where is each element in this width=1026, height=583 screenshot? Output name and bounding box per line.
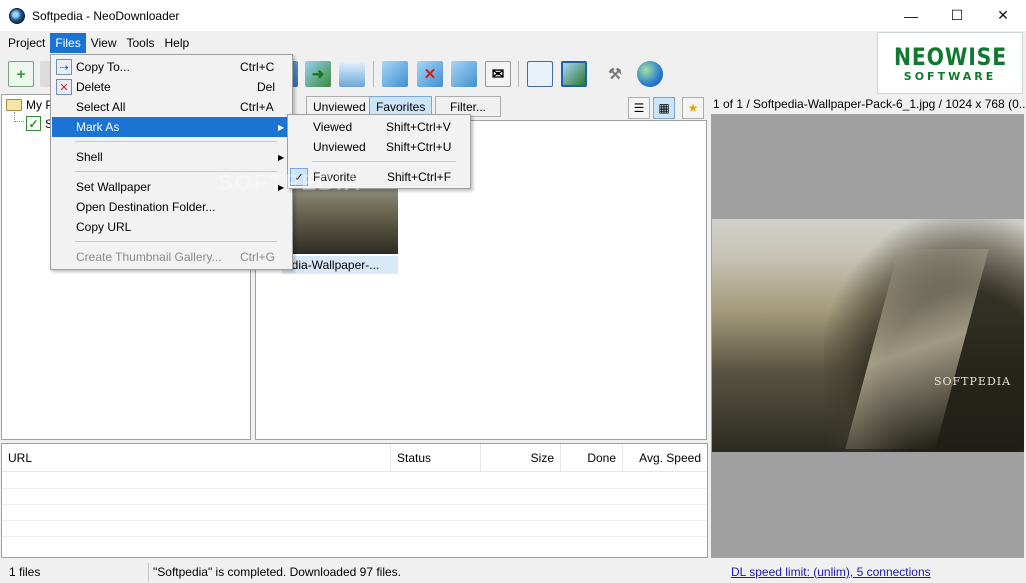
logo-line-2: SOFTWARE	[903, 69, 997, 83]
submenu-arrow-icon: ▶	[278, 182, 285, 192]
menu-item-set-wallpaper[interactable]: Set Wallpaper ▶	[52, 177, 291, 197]
tree-project-item[interactable]: ✓ S	[26, 116, 53, 131]
close-button[interactable]: ✕	[980, 0, 1026, 31]
column-done[interactable]: Done	[561, 444, 623, 472]
settings-tools-icon[interactable]: ⚒	[602, 61, 628, 87]
list-view-icon[interactable]: ☰	[628, 97, 650, 119]
mark-as-submenu: Viewed Shift+Ctrl+V Unviewed Shift+Ctrl+…	[287, 114, 471, 189]
toolbar-separator	[373, 61, 374, 87]
delete-image-icon[interactable]: ✕	[417, 61, 443, 87]
copy-to-icon: ⇢	[56, 59, 72, 75]
update-web-icon[interactable]	[637, 61, 663, 87]
menu-tools[interactable]: Tools	[122, 33, 160, 53]
thumbnail-label: edia-Wallpaper-...	[282, 256, 398, 274]
menu-item-create-thumbnail-gallery[interactable]: Create Thumbnail Gallery... Ctrl+G	[52, 247, 291, 267]
status-message: "Softpedia" is completed. Downloaded 97 …	[153, 565, 401, 579]
menu-separator	[75, 171, 277, 172]
menu-separator	[312, 161, 456, 162]
checkmark-icon: ✓	[290, 168, 308, 186]
menu-view[interactable]: View	[86, 33, 122, 53]
column-url[interactable]: URL	[2, 444, 391, 472]
download-row-line	[2, 520, 707, 521]
menu-separator	[75, 141, 277, 142]
submenu-arrow-icon: ▶	[278, 122, 285, 132]
status-divider	[148, 563, 149, 582]
tree-root-item[interactable]: My P	[6, 98, 53, 112]
title-bar: Softpedia - NeoDownloader — ☐ ✕	[0, 0, 1026, 31]
download-row-line	[2, 488, 707, 489]
image-preview[interactable]: SOFTPEDIA	[711, 114, 1024, 558]
menu-item-mark-as[interactable]: Mark As ▶	[52, 117, 291, 137]
menu-item-favorite[interactable]: ✓ Favorite Shift+Ctrl+F	[289, 167, 469, 187]
thumbnail-image[interactable]	[286, 181, 398, 254]
preview-image: SOFTPEDIA	[712, 219, 1024, 452]
menu-item-select-all[interactable]: Select All Ctrl+A	[52, 97, 291, 117]
email-icon[interactable]: ✉	[485, 61, 511, 87]
window-title: Softpedia - NeoDownloader	[32, 8, 180, 23]
status-bar: 1 files "Softpedia" is completed. Downlo…	[0, 561, 1026, 583]
slideshow-icon[interactable]	[339, 61, 365, 87]
menu-bar: Project Files View Tools Help	[0, 31, 876, 55]
menu-help[interactable]: Help	[160, 33, 195, 53]
speed-limit-link[interactable]: DL speed limit: (unlim), 5 connections	[728, 563, 931, 582]
download-list[interactable]: URL Status Size Done Avg. Speed	[1, 443, 708, 558]
zoom-image-icon[interactable]	[451, 61, 477, 87]
delete-icon: ✕	[56, 79, 72, 95]
download-list-header: URL Status Size Done Avg. Speed	[2, 444, 707, 472]
status-file-count: 1 files	[9, 565, 41, 579]
tree-connector	[14, 112, 24, 122]
thumbnail-view-icon[interactable]: ▦	[653, 97, 675, 119]
fullscreen-icon[interactable]	[527, 61, 553, 87]
window-controls: — ☐ ✕	[888, 0, 1026, 31]
preview-brand-text: SOFTPEDIA	[934, 375, 1012, 388]
menu-item-copy-url[interactable]: Copy URL	[52, 217, 291, 237]
download-row-line	[2, 504, 707, 505]
menu-project[interactable]: Project	[3, 33, 50, 53]
logo-line-1: NEOWISE	[893, 42, 1007, 71]
view-image-icon[interactable]	[382, 61, 408, 87]
submenu-arrow-icon: ▶	[278, 152, 285, 162]
neowise-logo[interactable]: NEOWISE SOFTWARE	[877, 32, 1023, 94]
menu-item-unviewed[interactable]: Unviewed Shift+Ctrl+U	[289, 137, 469, 157]
toolbar-separator	[518, 61, 519, 87]
maximize-button[interactable]: ☐	[934, 0, 980, 31]
column-avg-speed[interactable]: Avg. Speed	[623, 444, 707, 472]
menu-item-shell[interactable]: Shell ▶	[52, 147, 291, 167]
app-globe-icon	[9, 7, 25, 24]
menu-item-copy-to[interactable]: ⇢ Copy To... Ctrl+C	[52, 57, 291, 77]
folder-icon	[6, 99, 22, 111]
checkmark-icon: ✓	[26, 116, 41, 131]
add-project-icon[interactable]: +	[8, 61, 34, 87]
files-menu: ⇢ Copy To... Ctrl+C ✕ Delete Del Select …	[50, 54, 293, 270]
menu-separator	[75, 241, 277, 242]
favorite-star-icon[interactable]: ★	[682, 97, 704, 119]
minimize-button[interactable]: —	[888, 0, 934, 31]
next-image-icon[interactable]: ➜	[305, 61, 331, 87]
menu-item-open-destination-folder[interactable]: Open Destination Folder...	[52, 197, 291, 217]
menu-files[interactable]: Files	[50, 33, 86, 53]
preview-info: 1 of 1 / Softpedia-Wallpaper-Pack-6_1.jp…	[713, 97, 1026, 111]
menu-item-viewed[interactable]: Viewed Shift+Ctrl+V	[289, 117, 469, 137]
column-size[interactable]: Size	[481, 444, 561, 472]
download-row-line	[2, 536, 707, 537]
menu-item-delete[interactable]: ✕ Delete Del	[52, 77, 291, 97]
column-status[interactable]: Status	[391, 444, 481, 472]
fit-screen-icon[interactable]	[561, 61, 587, 87]
